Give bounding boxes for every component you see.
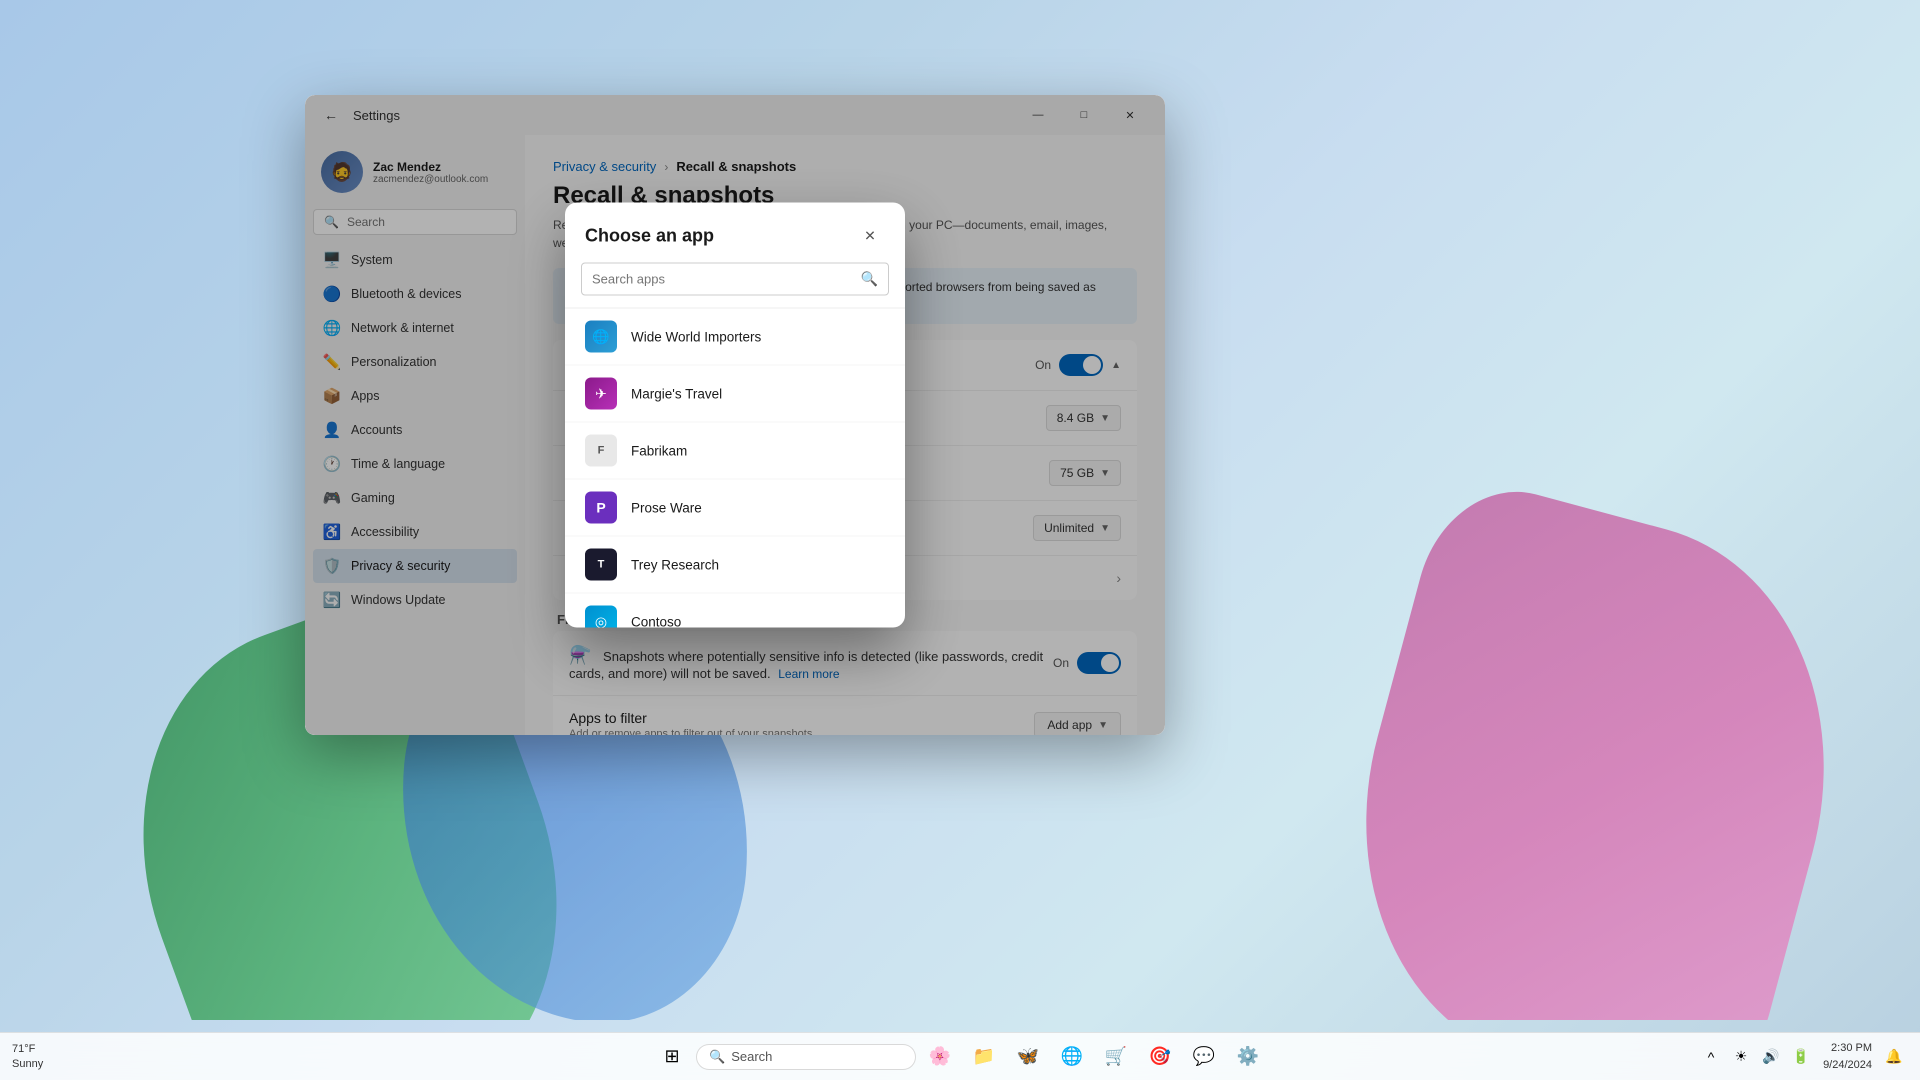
taskbar-xbox-btn[interactable]: 🎯 [1140,1037,1180,1077]
tray-speaker[interactable]: 🔊 [1757,1043,1785,1071]
prose-name: Prose Ware [631,500,702,515]
search-icon: 🔍 [709,1049,725,1065]
modal-search-icon: 🔍 [861,271,878,288]
app-item-trey[interactable]: T Trey Research [565,537,905,594]
taskbar-files-btn[interactable]: 📁 [964,1037,1004,1077]
app-item-contoso[interactable]: ◎ Contoso [565,594,905,628]
contoso-icon: ◎ [585,606,617,628]
tray-brightness[interactable]: ☀ [1727,1043,1755,1071]
taskbar-widget-btn[interactable]: 🌸 [920,1037,960,1077]
temperature: 71°F [12,1042,43,1056]
weather-condition: Sunny [12,1057,43,1071]
taskbar-store-btn[interactable]: 🛒 [1096,1037,1136,1077]
fabrikam-icon: F [585,435,617,467]
taskbar-center: ⊞ 🔍 Search 🌸 📁 🦋 🌐 🛒 🎯 💬 ⚙️ [652,1037,1268,1077]
choose-app-modal: Choose an app ✕ 🔍 🌐 Wide World Importers… [565,203,905,628]
margie-icon: ✈ [585,378,617,410]
modal-header: Choose an app ✕ [565,203,905,263]
tray-chevron[interactable]: ^ [1697,1043,1725,1071]
taskbar-edge-btn[interactable]: 🌐 [1052,1037,1092,1077]
modal-close-button[interactable]: ✕ [855,221,885,251]
tray-battery[interactable]: 🔋 [1787,1043,1815,1071]
taskbar-search[interactable]: 🔍 Search [696,1044,916,1070]
start-button[interactable]: ⊞ [652,1037,692,1077]
app-item-wwi[interactable]: 🌐 Wide World Importers [565,309,905,366]
taskbar-left: 71°F Sunny [12,1042,43,1071]
taskbar-teams-btn[interactable]: 💬 [1184,1037,1224,1077]
app-list: 🌐 Wide World Importers ✈ Margie's Travel… [565,308,905,628]
time-display: 2:30 PM [1823,1040,1872,1057]
weather-widget: 71°F Sunny [12,1042,43,1071]
taskbar-right: ^ ☀ 🔊 🔋 2:30 PM 9/24/2024 🔔 [1697,1040,1908,1073]
wwi-name: Wide World Importers [631,329,761,344]
trey-name: Trey Research [631,557,719,572]
modal-search[interactable]: 🔍 [581,263,889,296]
prose-icon: P [585,492,617,524]
modal-title: Choose an app [585,225,714,246]
modal-search-input[interactable] [592,272,853,287]
fabrikam-name: Fabrikam [631,443,687,458]
contoso-name: Contoso [631,614,681,628]
taskbar-settings-btn[interactable]: ⚙️ [1228,1037,1268,1077]
taskbar: 71°F Sunny ⊞ 🔍 Search 🌸 📁 🦋 🌐 🛒 🎯 💬 ⚙️ ^… [0,1032,1920,1080]
settings-window: ← Settings — □ ✕ 🧔 Zac Mendez zacmendez@… [305,95,1165,735]
app-item-prose[interactable]: P Prose Ware [565,480,905,537]
wwi-icon: 🌐 [585,321,617,353]
app-item-margie[interactable]: ✈ Margie's Travel [565,366,905,423]
notification-bell[interactable]: 🔔 [1880,1043,1908,1071]
margie-name: Margie's Travel [631,386,722,401]
trey-icon: T [585,549,617,581]
search-label: Search [731,1049,772,1064]
system-tray: ^ ☀ 🔊 🔋 [1697,1043,1815,1071]
date-display: 9/24/2024 [1823,1057,1872,1074]
taskbar-copilot-btn[interactable]: 🦋 [1008,1037,1048,1077]
clock[interactable]: 2:30 PM 9/24/2024 [1823,1040,1872,1073]
app-item-fabrikam[interactable]: F Fabrikam [565,423,905,480]
